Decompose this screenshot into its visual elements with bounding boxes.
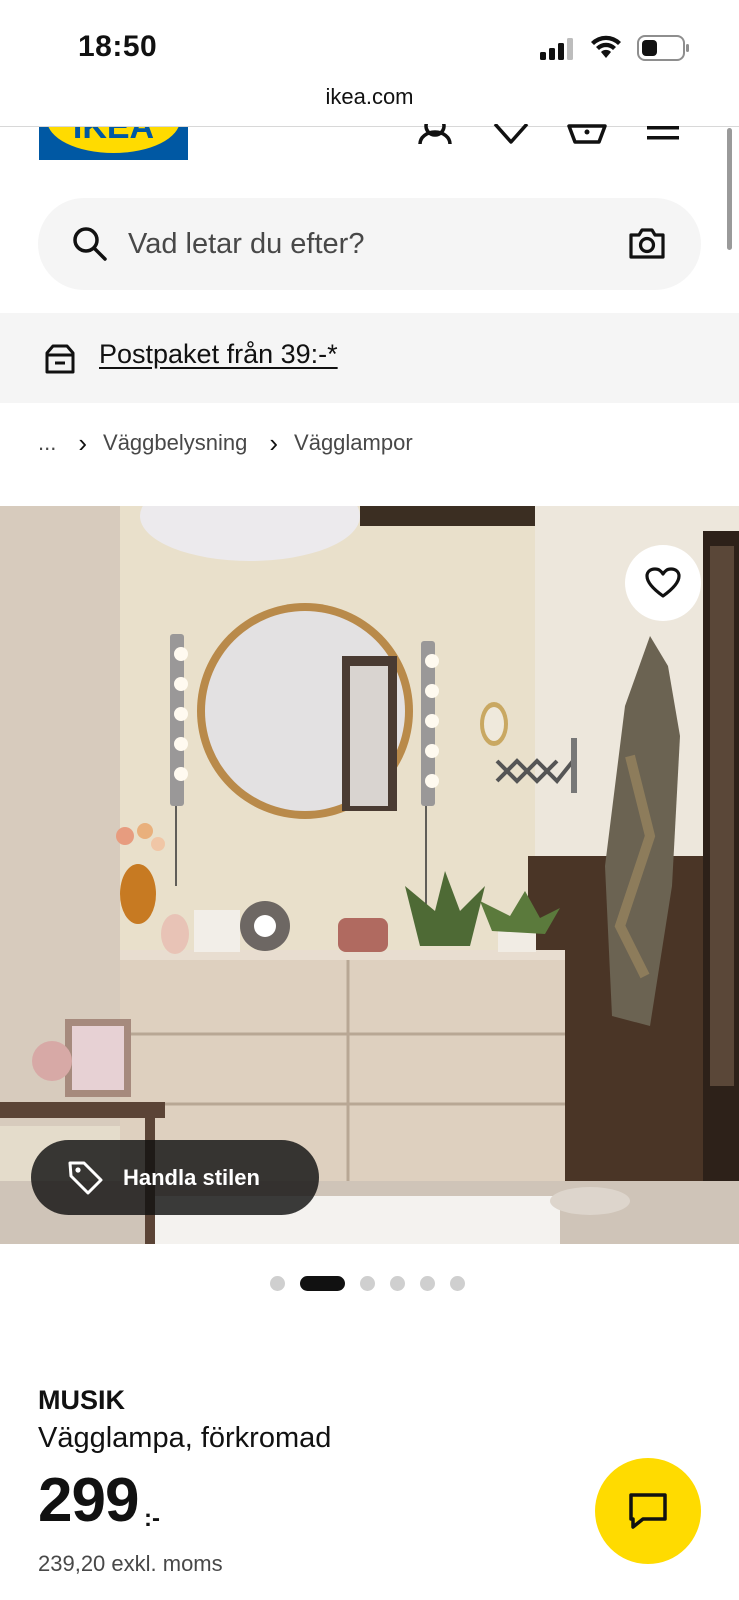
battery-icon [637,35,689,61]
logo-oval: IKEA [47,127,180,153]
page-scrollbar[interactable] [727,128,732,250]
status-bar: 18:50 [0,0,739,90]
logo-text: IKEA [72,127,155,146]
status-time: 18:50 [78,30,158,63]
carousel-dot[interactable] [270,1275,285,1291]
chat-bubble-icon [629,1493,667,1529]
cellular-signal-icon [540,38,573,60]
price-currency-suffix: :- [144,1505,160,1532]
shop-the-look-label: Handla stilen [123,1164,260,1190]
add-to-favorites-button[interactable] [625,545,701,621]
product-image-carousel[interactable] [0,506,739,1244]
heart-icon [645,567,681,598]
chevron-right-icon: › [78,428,88,458]
shop-the-look-button[interactable]: Handla stilen [31,1140,319,1215]
carousel-dot[interactable] [450,1275,465,1291]
ikea-logo[interactable]: IKEA [39,127,188,160]
price-excl-vat: 239,20 exkl. moms [38,1551,223,1576]
address-bar-url[interactable]: ikea.com [0,84,739,110]
carousel-dot-active[interactable] [300,1275,345,1291]
shipping-promo-banner: Postpaket från 39:-* [0,313,739,403]
wishlist-heart-icon[interactable] [493,124,529,146]
breadcrumb-ellipsis[interactable]: ... [38,430,56,456]
product-price: 299 [38,1466,139,1535]
wifi-icon [591,35,621,58]
carousel-dot[interactable] [360,1275,375,1291]
breadcrumb: ... › Väggbelysning › Vägglampor [38,428,413,458]
chevron-right-icon: › [269,428,279,458]
price-tag-icon [68,1161,103,1194]
menu-hamburger-icon[interactable] [647,124,679,146]
search-icon [73,227,107,261]
breadcrumb-item-wall-lamps[interactable]: Vägglampor [294,430,413,456]
breadcrumb-item-wall-lighting[interactable]: Väggbelysning [103,430,247,456]
search-bar[interactable] [38,198,701,290]
search-input[interactable] [128,214,598,274]
carousel-pagination [270,1274,480,1292]
carousel-dot[interactable] [420,1275,435,1291]
chat-button[interactable] [595,1458,701,1564]
camera-search-icon[interactable] [628,226,666,260]
profile-icon[interactable] [417,124,453,146]
shopping-bag-icon[interactable] [567,124,607,146]
carousel-dot[interactable] [390,1275,405,1291]
product-room-photo [0,506,739,1244]
shipping-promo-link[interactable]: Postpaket från 39:-* [99,339,338,370]
product-name: MUSIK [38,1385,125,1415]
product-description: Vägglampa, förkromad [38,1422,332,1454]
parcel-icon [45,344,75,374]
